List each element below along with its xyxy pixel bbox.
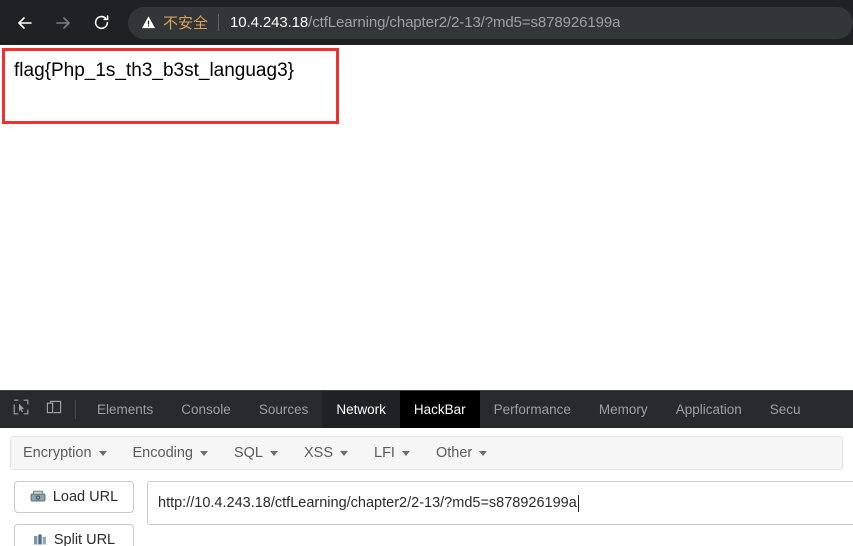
hackbar-url-input[interactable]: http://10.4.243.18/ctfLearning/chapter2/… bbox=[147, 481, 853, 525]
hackbar-menu-xss[interactable]: XSS bbox=[304, 445, 349, 461]
hackbar-menu-encryption[interactable]: Encryption bbox=[23, 445, 107, 461]
devtools-toolbar-divider bbox=[75, 400, 76, 419]
hackbar-menu-encoding[interactable]: Encoding bbox=[133, 445, 208, 461]
device-toolbar-button[interactable] bbox=[37, 391, 70, 428]
omnibox-url-host: 10.4.243.18 bbox=[230, 14, 309, 31]
tab-network[interactable]: Network bbox=[322, 391, 400, 428]
hackbar-menu-sql-label: SQL bbox=[233, 445, 263, 461]
chevron-down-icon bbox=[479, 450, 488, 456]
chevron-down-icon bbox=[270, 450, 278, 456]
warning-triangle-icon bbox=[141, 15, 156, 30]
arrow-left-icon bbox=[15, 13, 35, 33]
devtools-panel: Elements Console Sources Network HackBar… bbox=[0, 390, 853, 546]
tab-memory[interactable]: Memory bbox=[585, 391, 662, 428]
devtools-tabbar: Elements Console Sources Network HackBar… bbox=[0, 391, 853, 428]
load-url-icon bbox=[30, 490, 46, 504]
inspect-element-icon bbox=[13, 399, 29, 420]
tab-elements[interactable]: Elements bbox=[83, 391, 167, 428]
tab-security[interactable]: Secu bbox=[756, 391, 815, 428]
split-url-label: Split URL bbox=[53, 532, 116, 546]
hackbar-menu-encoding-label: Encoding bbox=[132, 445, 193, 461]
device-toolbar-icon bbox=[46, 399, 62, 420]
hackbar-url-value: http://10.4.243.18/ctfLearning/chapter2/… bbox=[158, 495, 577, 511]
page-viewport: flag{Php_1s_th3_b3st_languag3} bbox=[0, 45, 853, 390]
omnibox[interactable]: 不安全 10.4.243.18/ctfLearning/chapter2/2-1… bbox=[128, 6, 853, 39]
load-url-button[interactable]: Load URL bbox=[14, 481, 134, 513]
hackbar-menu-lfi-label: LFI bbox=[374, 445, 395, 461]
tab-hackbar[interactable]: HackBar bbox=[399, 391, 480, 428]
tab-application[interactable]: Application bbox=[662, 391, 756, 428]
tab-console[interactable]: Console bbox=[167, 391, 245, 428]
hackbar-menu-sql[interactable]: SQL bbox=[234, 445, 278, 461]
chevron-down-icon bbox=[340, 450, 349, 456]
flag-highlight-box: flag{Php_1s_th3_b3st_languag3} bbox=[2, 48, 339, 124]
omnibox-url: 10.4.243.18/ctfLearning/chapter2/2-13/?m… bbox=[230, 14, 620, 31]
split-url-icon bbox=[33, 533, 47, 546]
hackbar-menu-other-label: Other bbox=[435, 445, 473, 461]
hackbar-panel: Encryption Encoding SQL XSS LFI Other Lo… bbox=[0, 428, 853, 546]
hackbar-menu-encryption-label: Encryption bbox=[23, 445, 92, 461]
omnibox-url-path: /ctfLearning/chapter2/2-13/?md5=s8789261… bbox=[308, 14, 621, 31]
tab-sources[interactable]: Sources bbox=[245, 391, 323, 428]
chevron-down-icon bbox=[98, 450, 107, 456]
browser-toolbar: 不安全 10.4.243.18/ctfLearning/chapter2/2-1… bbox=[0, 0, 853, 45]
tab-performance[interactable]: Performance bbox=[480, 391, 585, 428]
chevron-down-icon bbox=[199, 450, 208, 456]
forward-button[interactable] bbox=[48, 8, 78, 38]
load-url-label: Load URL bbox=[52, 489, 119, 505]
back-button[interactable] bbox=[10, 8, 40, 38]
split-url-button[interactable]: Split URL bbox=[14, 524, 134, 546]
hackbar-body: Load URL Split URL http://10.4.243.18/ct… bbox=[0, 481, 853, 546]
reload-icon bbox=[92, 13, 111, 32]
hackbar-menu-lfi[interactable]: LFI bbox=[374, 445, 410, 461]
hackbar-menu-xss-label: XSS bbox=[304, 445, 334, 461]
hackbar-menu-other[interactable]: Other bbox=[435, 445, 488, 461]
chevron-down-icon bbox=[401, 450, 410, 456]
arrow-right-icon bbox=[53, 13, 73, 33]
hackbar-button-column: Load URL Split URL bbox=[14, 481, 134, 546]
text-cursor bbox=[577, 494, 579, 512]
inspect-element-button[interactable] bbox=[4, 391, 37, 428]
hackbar-menubar: Encryption Encoding SQL XSS LFI Other bbox=[10, 436, 843, 470]
reload-button[interactable] bbox=[86, 8, 116, 38]
hackbar-url-wrap: http://10.4.243.18/ctfLearning/chapter2/… bbox=[147, 481, 853, 525]
flag-text: flag{Php_1s_th3_b3st_languag3} bbox=[14, 60, 294, 81]
security-status-label: 不安全 bbox=[163, 14, 209, 32]
omnibox-divider bbox=[218, 14, 220, 31]
